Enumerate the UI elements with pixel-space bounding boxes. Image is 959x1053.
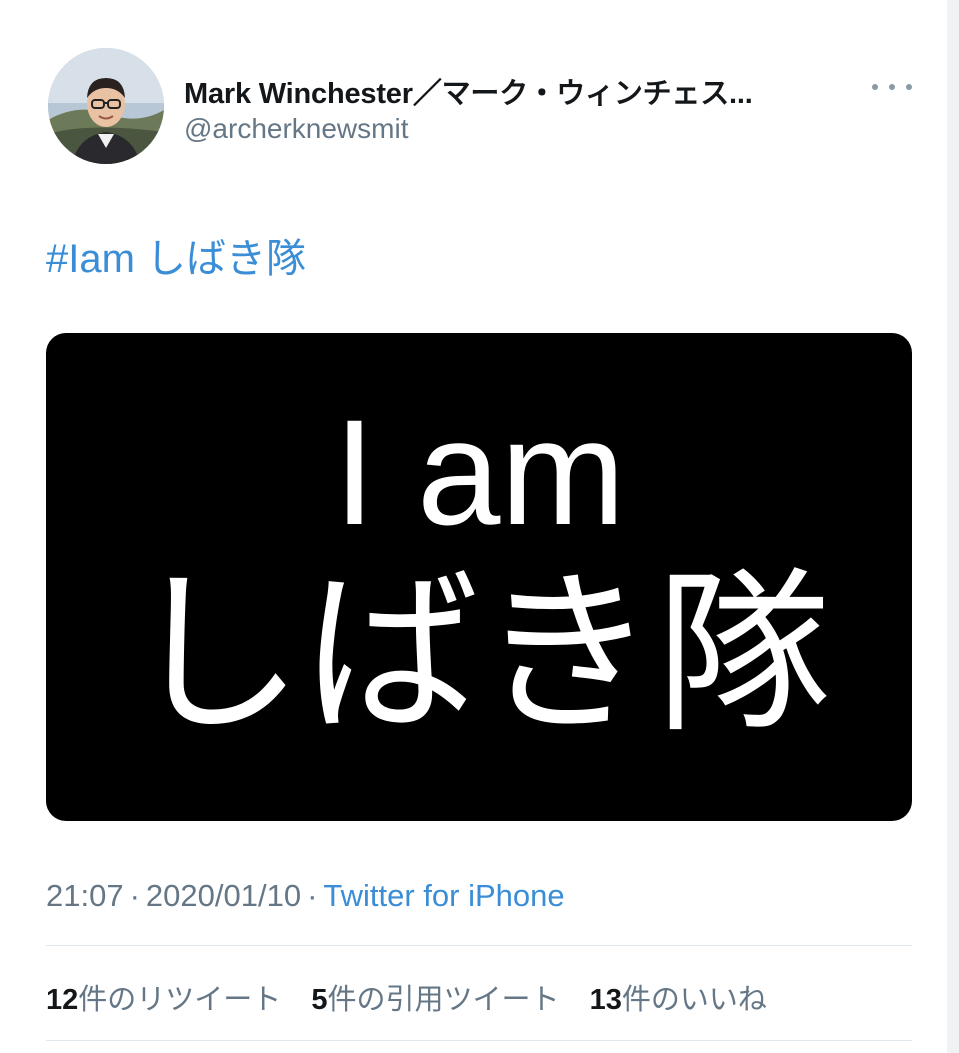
author-display-name[interactable]: Mark Winchester／マーク・ウィンチェス... xyxy=(184,70,864,112)
avatar[interactable] xyxy=(48,48,164,164)
retweet-count[interactable]: 12件のリツイート xyxy=(46,976,281,1018)
divider xyxy=(46,1040,912,1041)
more-dot xyxy=(889,84,895,90)
hashtag-link[interactable]: #Iam しばき隊 xyxy=(46,226,306,284)
tweet-stats: 12件のリツイート 5件の引用ツイート 13件のいいね xyxy=(46,976,789,1018)
tweet-source-link[interactable]: Twitter for iPhone xyxy=(323,878,564,913)
tweet-time[interactable]: 21:07 xyxy=(46,878,124,913)
quote-tweet-count-label: 件の引用ツイート xyxy=(327,984,560,1016)
like-count-label: 件のいいね xyxy=(621,984,767,1016)
quote-tweet-count[interactable]: 5件の引用ツイート xyxy=(311,976,559,1018)
meta-separator: · xyxy=(307,878,318,913)
more-dot xyxy=(872,84,878,90)
more-options-icon[interactable] xyxy=(872,72,912,102)
avatar-photo xyxy=(48,48,164,164)
retweet-count-number: 12 xyxy=(46,984,79,1016)
image-text-line2: しばき隊 xyxy=(127,557,832,753)
quote-tweet-count-number: 5 xyxy=(311,984,328,1016)
like-count[interactable]: 13件のいいね xyxy=(590,976,767,1018)
tweet-date[interactable]: 2020/01/10 xyxy=(146,878,301,913)
image-text-line1: I am xyxy=(333,388,626,556)
like-count-number: 13 xyxy=(589,984,622,1016)
retweet-count-label: 件のリツイート xyxy=(78,984,282,1016)
tweet-meta: 21:07 · 2020/01/10 · Twitter for iPhone xyxy=(46,878,565,914)
more-dot xyxy=(906,84,912,90)
divider xyxy=(46,945,912,946)
meta-separator: · xyxy=(129,878,140,913)
author-handle[interactable]: @archerknewsmit xyxy=(184,113,408,145)
